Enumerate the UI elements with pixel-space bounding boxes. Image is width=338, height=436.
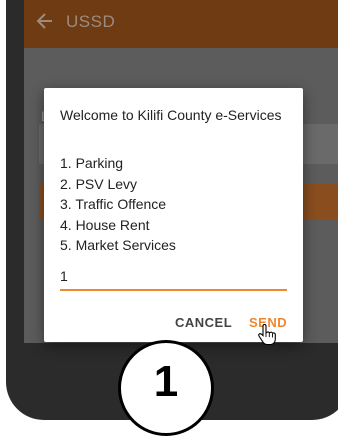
menu-item-house-rent: 4. House Rent	[60, 216, 150, 233]
cancel-button[interactable]: CANCEL	[175, 315, 232, 330]
dialog-title: Welcome to Kilifi County e-Services	[60, 107, 282, 123]
input-underline	[60, 289, 287, 291]
app-bar: USSD	[24, 0, 338, 48]
menu-item-psv-levy: 2. PSV Levy	[60, 175, 138, 192]
service-menu: 1. Parking 2. PSV Levy 3. Traffic Offenc…	[60, 153, 176, 256]
menu-item-traffic-offence: 3. Traffic Offence	[60, 196, 167, 212]
menu-item-market-services: 5. Market Services	[60, 237, 176, 253]
menu-item-parking: 1. Parking	[60, 155, 124, 171]
app-bar-title: USSD	[66, 12, 116, 31]
step-number: 1	[153, 357, 179, 406]
ussd-dialog: Welcome to Kilifi County e-Services 1. P…	[44, 88, 303, 346]
ussd-reply-input[interactable]: 1	[60, 268, 68, 284]
step-number-badge: 1	[118, 340, 214, 436]
arrow-left-icon[interactable]	[36, 11, 54, 31]
hand-pointer-icon	[258, 324, 276, 346]
